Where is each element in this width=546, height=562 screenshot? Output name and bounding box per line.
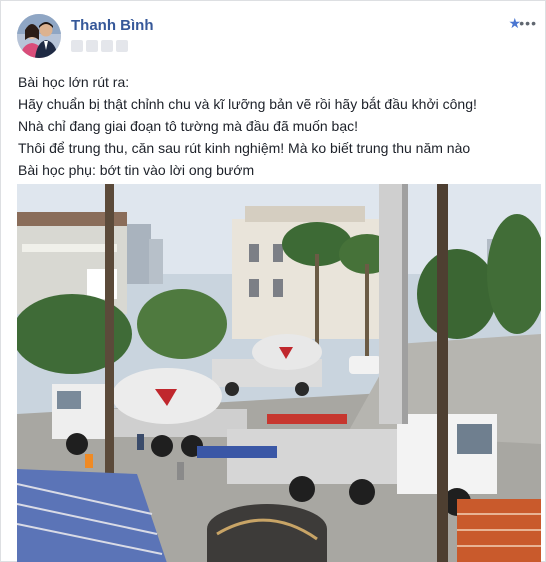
post-photo[interactable] <box>17 184 541 562</box>
post-line: Hãy chuẩn bị thật chỉnh chu và kĩ lưỡng … <box>18 96 477 112</box>
avatar-image <box>17 14 61 58</box>
post-line: Bài học lớn rút ra: <box>18 74 130 90</box>
post-card: Thanh Bình ★ ••• Bài học lớn rút ra: Hãy… <box>0 0 546 562</box>
author-name[interactable]: Thanh Bình <box>71 17 154 34</box>
post-meta-obscured <box>71 39 133 53</box>
construction-site-photo <box>17 184 541 562</box>
more-options-icon[interactable]: ••• <box>519 15 537 31</box>
avatar[interactable] <box>17 14 61 58</box>
post-line: Bài học phụ: bớt tin vào lời ong bướm <box>18 162 255 178</box>
post-line: Thôi để trung thu, căn sau rút kinh nghi… <box>18 140 471 156</box>
post-line: Nhà chỉ đang giai đoạn tô tường mà đầu đ… <box>18 118 358 134</box>
post-text: Bài học lớn rút ra: Hãy chuẩn bị thật ch… <box>18 71 538 181</box>
